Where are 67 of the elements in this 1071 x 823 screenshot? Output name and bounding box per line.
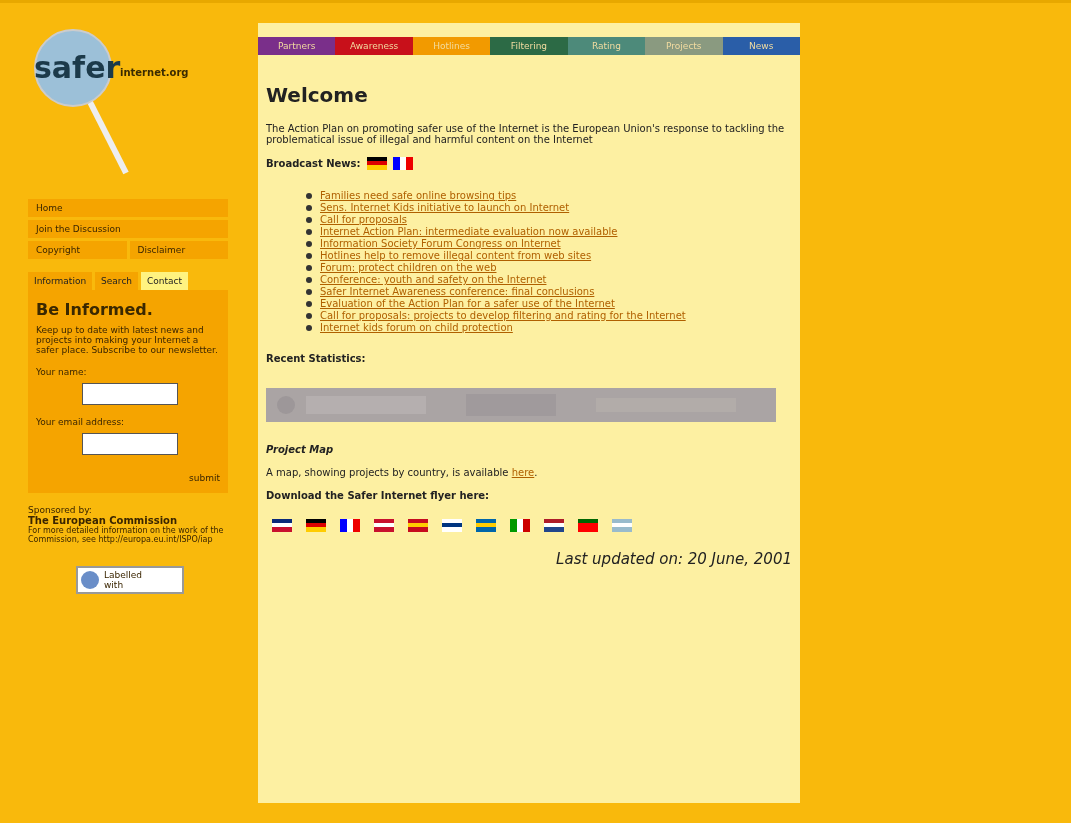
news-link[interactable]: Safer Internet Awareness conference: final conclusions <box>320 286 595 297</box>
bullet-icon <box>306 228 312 235</box>
nav-tab[interactable]: Partners <box>258 37 336 55</box>
bullet-icon <box>306 324 312 331</box>
stats-label: Recent Statistics: <box>266 353 367 364</box>
last-updated: Last updated on: 20 June, 2001 <box>555 550 792 568</box>
bullet-icon <box>306 264 312 271</box>
bullet-icon <box>306 240 312 247</box>
map-text: A map, showing projects by country, is available here. <box>266 467 539 478</box>
news-link[interactable]: Call for proposals <box>320 214 407 225</box>
side-tab[interactable]: Information <box>28 272 93 290</box>
submit-link[interactable]: submit <box>36 473 220 483</box>
bullet-icon <box>306 252 312 259</box>
flag-icon[interactable] <box>306 519 326 532</box>
flag-icon[interactable] <box>544 519 564 532</box>
sponsor-name: The European Commission <box>28 515 178 526</box>
flag-icon[interactable] <box>272 519 292 532</box>
flag-icon[interactable] <box>392 157 413 170</box>
news-link[interactable]: Hotlines help to remove illegal content from web sites <box>320 250 592 261</box>
field-label: Your name: <box>36 367 88 377</box>
newsletter-text: Keep up to date with latest news and projects into making your Internet a safer place. Subscribe to our newsletter. <box>36 325 219 355</box>
menu-link[interactable]: Disclaimer <box>129 241 228 259</box>
nav-tab[interactable]: Rating <box>567 37 646 55</box>
badge-text: with <box>104 580 125 590</box>
flyer-label: Download the Safer Internet flyer here: <box>266 490 491 501</box>
news-link[interactable]: Information Society Forum Congress on Internet <box>320 238 561 249</box>
nav-tab[interactable]: Projects <box>645 37 723 55</box>
logo-domain: internet.org <box>120 67 189 78</box>
flag-icon[interactable] <box>340 519 360 532</box>
nav-tab[interactable]: News <box>722 37 800 55</box>
sponsor-caption: Sponsored by: <box>28 505 93 515</box>
map-label: Project Map <box>266 444 335 455</box>
menu-link[interactable]: Join the Discussion <box>28 220 228 238</box>
news-link[interactable]: Conference: youth and safety on the Internet <box>320 274 547 285</box>
menu-link[interactable]: Home <box>28 199 228 217</box>
news-link[interactable]: Call for proposals: projects to develop filtering and rating for the Internet <box>320 310 686 321</box>
field-label: Your email address: <box>36 417 126 427</box>
menu-link[interactable]: Copyright <box>28 241 127 259</box>
news-link[interactable]: Internet kids forum on child protection <box>320 322 513 333</box>
side-tab[interactable]: Search <box>95 272 139 290</box>
input-field[interactable] <box>82 433 178 455</box>
news-link[interactable]: Internet Action Plan: intermediate evaluation now available <box>320 226 618 237</box>
bullet-icon <box>306 216 312 223</box>
bullet-icon <box>306 300 312 307</box>
side-tab[interactable]: Contact <box>141 272 189 290</box>
bullet-icon <box>306 312 312 319</box>
flag-icon[interactable] <box>442 519 462 532</box>
nav-tab[interactable]: Filtering <box>490 37 568 55</box>
news-link[interactable]: Evaluation of the Action Plan for a safer use of the Internet <box>320 298 615 309</box>
bullet-icon <box>306 288 312 295</box>
news-link[interactable]: Forum: protect children on the web <box>320 262 497 273</box>
sponsor-note: For more detailed information on the work of the Commission, see http://europa.eu.int/ISPO/iap <box>28 526 225 544</box>
globe-icon <box>80 570 100 590</box>
news-link[interactable]: Families need safe online browsing tips <box>320 190 517 201</box>
input-field[interactable] <box>82 383 178 405</box>
badge-text: Labelled <box>104 570 143 580</box>
bullet-icon <box>306 204 312 211</box>
bullet-icon <box>306 192 312 199</box>
bullet-icon <box>306 276 312 283</box>
newsletter-title: Be Informed. <box>36 300 154 319</box>
news-label: Broadcast News: <box>266 158 361 169</box>
flag-icon[interactable] <box>366 157 387 170</box>
label-badge[interactable]: Labelled with <box>76 566 184 594</box>
news-link[interactable]: Sens. Internet Kids initiative to launch on Internet <box>320 202 570 213</box>
intro-text: The Action Plan on promoting safer use of the Internet is the European Union's response to tackling the problematical issue of illegal and harmful content on the Internet <box>266 123 786 145</box>
nav-tab[interactable]: Awareness <box>335 37 413 55</box>
page-title: Welcome <box>266 83 369 107</box>
